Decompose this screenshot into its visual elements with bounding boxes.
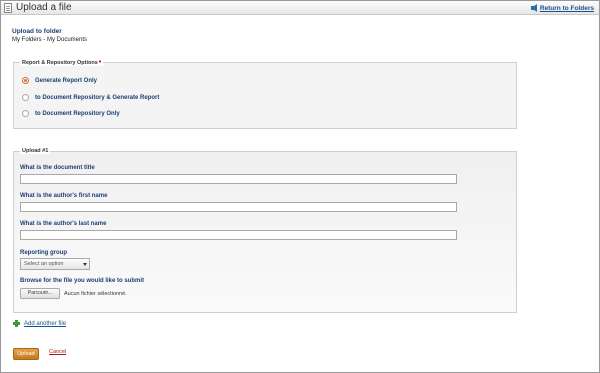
file-status: Aucun fichier sélectionné. [64,291,127,297]
report-options-legend-text: Report & Repository Options [22,60,98,66]
required-marker: • [98,59,102,66]
option-label: to Document Repository & Generate Report [35,94,160,101]
upload-window: Upload a file Return to Folders Upload t… [0,0,600,373]
option-label: Generate Report Only [35,77,98,84]
plus-icon [13,320,20,327]
first-name-input[interactable] [20,202,457,212]
reporting-group-label: Reporting group [20,250,67,256]
document-title-input[interactable] [20,174,457,184]
last-name-label: What is the author's last name [20,221,107,227]
add-another-file[interactable]: Add another file [13,320,66,327]
option-generate-report-only[interactable]: Generate Report Only [22,77,97,84]
reporting-group-select[interactable]: Select an option [20,258,90,270]
report-options-legend: Report & Repository Options• [20,59,104,66]
back-arrow-icon [530,4,537,12]
browse-button[interactable]: Parcourir... [20,288,60,299]
window-title: Upload a file [16,2,72,13]
cancel-link[interactable]: Cancel [49,349,66,355]
report-options-fieldset: Report & Repository Options• Generate Re… [13,59,517,129]
browse-label: Browse for the file you would like to su… [20,278,145,284]
chevron-down-icon [83,263,87,266]
first-name-label: What is the author's first name [20,193,108,199]
upload-button[interactable]: Upload [13,348,39,360]
option-repository-and-report[interactable]: to Document Repository & Generate Report [22,94,159,101]
option-label: to Document Repository Only [35,110,120,117]
radio-repository-only[interactable] [22,110,29,117]
radio-generate-report-only[interactable] [22,77,29,84]
option-repository-only[interactable]: to Document Repository Only [22,110,120,117]
breadcrumb: My Folders - My Documents [12,37,88,43]
title-bar: Upload a file Return to Folders [1,1,599,15]
reporting-group-value: Select an option [24,261,64,267]
radio-repository-and-report[interactable] [22,94,29,101]
add-another-file-link[interactable]: Add another file [24,321,66,327]
return-to-folders-link[interactable]: Return to Folders [540,5,594,12]
last-name-input[interactable] [20,230,457,240]
document-title-label: What is the document title [20,165,95,171]
upload-fieldset: Upload #1 What is the document title Wha… [13,148,517,313]
upload-legend: Upload #1 [20,148,51,154]
document-icon [4,3,12,13]
return-to-folders[interactable]: Return to Folders [530,1,594,15]
page-heading: Upload to folder [12,28,62,35]
